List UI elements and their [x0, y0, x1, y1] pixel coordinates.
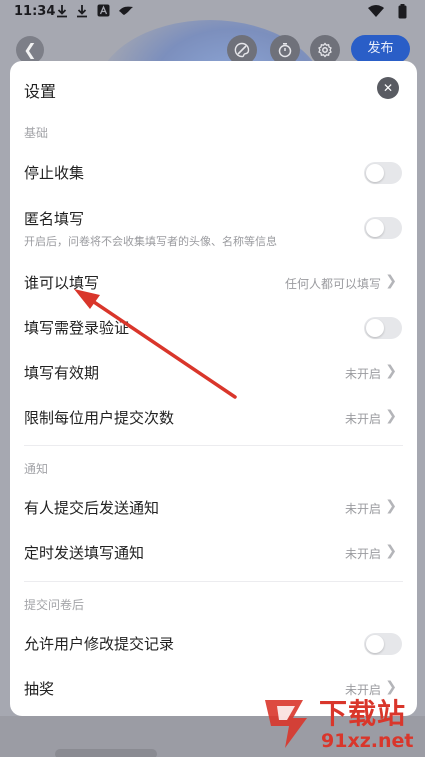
watermark-url: 91xz.net — [321, 730, 414, 752]
row-allow-edit[interactable]: 允许用户修改提交记录 — [10, 622, 417, 666]
status-time: 11:34 — [14, 4, 56, 19]
row-scheduled-notify[interactable]: 定时发送填写通知 未开启 ❯ — [10, 531, 417, 575]
back-button[interactable]: ❮ — [16, 36, 44, 64]
row-who-can-fill[interactable]: 谁可以填写 任何人都可以填写 ❯ — [10, 261, 417, 305]
watermark: 下载站 91xz.net — [255, 692, 420, 756]
watermark-title: 下载站 — [319, 697, 407, 730]
sheet-title: 设置 — [24, 82, 57, 101]
toggle-knob — [366, 219, 384, 237]
row-notify-on-submit[interactable]: 有人提交后发送通知 未开启 ❯ — [10, 486, 417, 530]
chevron-right-icon: ❯ — [385, 273, 397, 289]
row-label: 填写有效期 — [24, 364, 100, 382]
chevron-right-icon: ❯ — [385, 498, 397, 514]
chevron-right-icon: ❯ — [385, 543, 397, 559]
gear-icon — [318, 42, 332, 58]
timer-icon — [278, 43, 292, 58]
toggle-knob — [366, 164, 384, 182]
section-label-after-submit: 提交问卷后 — [24, 598, 85, 612]
row-value: 任何人都可以填写 — [284, 277, 381, 291]
status-bar: 11:34 — [0, 0, 425, 24]
row-label: 定时发送填写通知 — [24, 544, 145, 562]
watermark-logo — [265, 700, 307, 748]
chevron-right-icon: ❯ — [385, 408, 397, 424]
login-verify-toggle[interactable] — [364, 317, 402, 339]
row-value: 未开启 — [344, 367, 381, 381]
row-limit-per-user[interactable]: 限制每位用户提交次数 未开启 ❯ — [10, 396, 417, 440]
row-label: 谁可以填写 — [24, 274, 100, 292]
row-label: 抽奖 — [24, 680, 55, 698]
allow-edit-toggle[interactable] — [364, 633, 402, 655]
divider — [24, 445, 403, 446]
row-label: 有人提交后发送通知 — [24, 499, 160, 517]
row-value: 未开启 — [344, 547, 381, 561]
toggle-knob — [366, 635, 384, 653]
section-label-basic: 基础 — [24, 126, 49, 140]
settings-sheet: 设置 ✕ 基础 停止收集 匿名填写 开启后，问卷将不会收集填写者的头像、名称等信… — [10, 61, 417, 716]
app-a-icon — [97, 4, 110, 17]
close-icon: ✕ — [382, 81, 394, 95]
row-label: 允许用户修改提交记录 — [24, 635, 175, 653]
row-label: 限制每位用户提交次数 — [24, 409, 175, 427]
chevron-right-icon: ❯ — [385, 363, 397, 379]
close-button[interactable]: ✕ — [377, 77, 399, 99]
chevron-left-icon: ❮ — [23, 40, 37, 59]
app-bird-icon — [119, 6, 133, 15]
toggle-knob — [366, 319, 384, 337]
row-anonymous[interactable]: 匿名填写 开启后，问卷将不会收集填写者的头像、名称等信息 — [10, 201, 417, 253]
stop-collect-toggle[interactable] — [364, 162, 402, 184]
row-login-verify[interactable]: 填写需登录验证 — [10, 306, 417, 350]
publish-button[interactable]: 发布 — [351, 35, 410, 63]
row-description: 开启后，问卷将不会收集填写者的头像、名称等信息 — [24, 235, 277, 248]
background-chip — [55, 749, 157, 757]
row-stop-collect[interactable]: 停止收集 — [10, 151, 417, 195]
row-label: 停止收集 — [24, 164, 85, 182]
section-label-notify: 通知 — [24, 462, 49, 476]
battery-icon — [398, 4, 407, 19]
palette-icon — [234, 42, 250, 58]
row-label: 匿名填写 — [24, 210, 85, 228]
row-value: 未开启 — [344, 412, 381, 426]
download-icon — [57, 5, 67, 18]
anonymous-toggle[interactable] — [364, 217, 402, 239]
row-label: 填写需登录验证 — [24, 319, 130, 337]
row-value: 未开启 — [344, 502, 381, 516]
row-validity[interactable]: 填写有效期 未开启 ❯ — [10, 351, 417, 395]
download-icon — [77, 5, 87, 18]
divider — [24, 581, 403, 582]
wifi-icon — [368, 5, 384, 17]
